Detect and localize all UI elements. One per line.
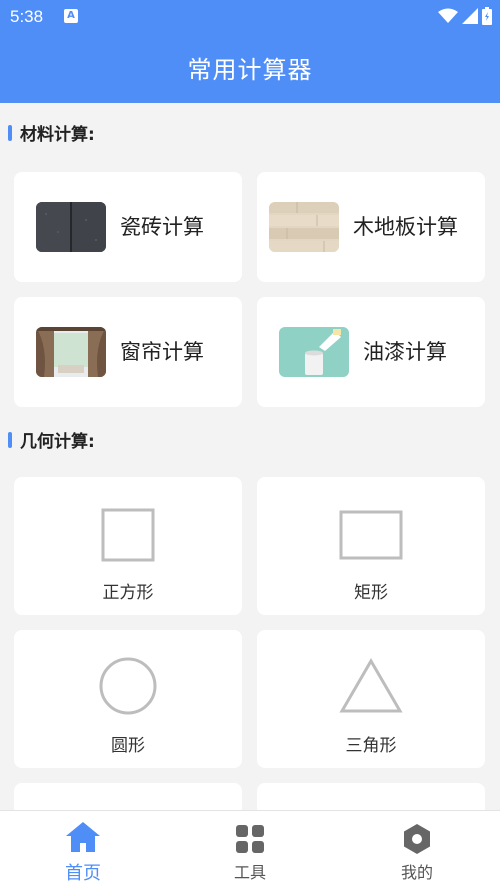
circle-calc-label: 圆形 xyxy=(111,736,145,756)
section-accent-bar xyxy=(8,431,12,448)
curtain-calc-label: 窗帘计算 xyxy=(120,340,204,364)
tile-calc-label: 瓷砖计算 xyxy=(120,215,204,239)
grid-icon xyxy=(167,825,333,853)
circle-calc-card[interactable]: 圆形 xyxy=(14,630,242,768)
status-bar: 5:38 A xyxy=(0,0,500,34)
square-calc-card[interactable]: 正方形 xyxy=(14,477,242,615)
geometry-section-title: 几何计算: xyxy=(20,432,95,452)
section-accent-bar xyxy=(8,124,12,141)
triangle-calc-card[interactable]: 三角形 xyxy=(257,630,485,768)
materials-section-header: 材料计算: xyxy=(8,120,95,145)
home-icon xyxy=(0,821,166,853)
tab-mine[interactable]: 我的 xyxy=(334,811,500,889)
tab-tools[interactable]: 工具 xyxy=(167,811,333,889)
curtain-image xyxy=(36,327,106,377)
tile-image xyxy=(36,202,106,252)
square-calc-label: 正方形 xyxy=(102,583,154,603)
triangle-calc-label: 三角形 xyxy=(345,736,397,756)
paint-calc-card[interactable]: 油漆计算 xyxy=(257,297,485,407)
tile-calc-card[interactable]: 瓷砖计算 xyxy=(14,172,242,282)
square-icon xyxy=(14,507,242,563)
wood-floor-image xyxy=(269,202,339,252)
rectangle-icon xyxy=(257,510,485,560)
paint-image xyxy=(279,327,349,377)
wood-floor-calc-label: 木地板计算 xyxy=(353,215,458,239)
triangle-icon xyxy=(257,658,485,714)
signal-icon xyxy=(462,8,478,24)
accessibility-notification-icon: A xyxy=(64,9,78,23)
paint-calc-label: 油漆计算 xyxy=(363,340,447,364)
bottom-tab-bar: 首页 工具 我的 xyxy=(0,810,500,889)
status-time: 5:38 xyxy=(10,7,44,26)
tab-mine-label: 我的 xyxy=(400,863,433,882)
rectangle-calc-card[interactable]: 矩形 xyxy=(257,477,485,615)
curtain-calc-card[interactable]: 窗帘计算 xyxy=(14,297,242,407)
battery-icon xyxy=(482,7,492,25)
circle-icon xyxy=(14,656,242,716)
wood-floor-calc-card[interactable]: 木地板计算 xyxy=(257,172,485,282)
tab-tools-label: 工具 xyxy=(233,863,266,882)
tab-home[interactable]: 首页 xyxy=(0,811,166,889)
rectangle-calc-label: 矩形 xyxy=(354,583,388,603)
tab-home-label: 首页 xyxy=(65,863,101,884)
app-bar: 5:38 A 常用计算器 xyxy=(0,0,500,103)
status-icons xyxy=(438,7,492,25)
wifi-icon xyxy=(438,8,458,23)
geometry-section-header: 几何计算: xyxy=(8,427,95,452)
materials-section-title: 材料计算: xyxy=(20,125,95,145)
hexagon-icon xyxy=(334,824,500,854)
page-title: 常用计算器 xyxy=(187,56,313,84)
